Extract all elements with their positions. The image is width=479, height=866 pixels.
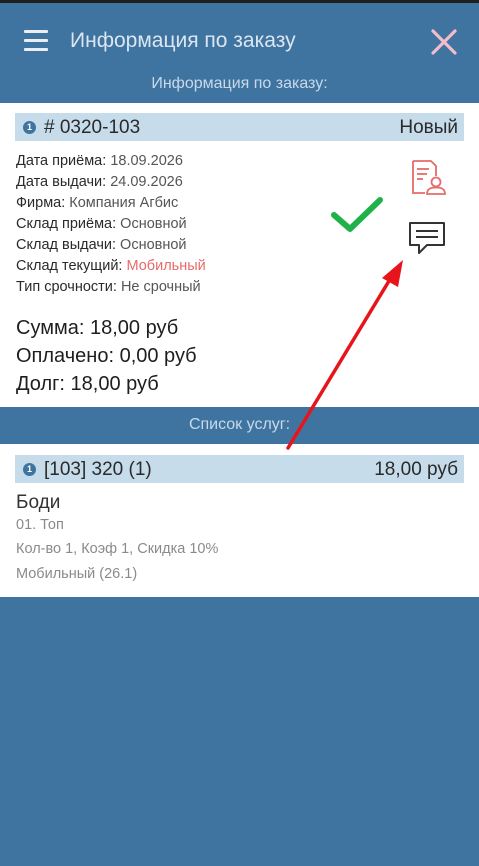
service-params: Кол-во 1, Коэф 1, Скидка 10%	[16, 541, 219, 557]
detail-issue-date: Дата выдачи: 24.09.2026	[16, 174, 183, 190]
detail-accept-warehouse: Склад приёма: Основной	[16, 216, 187, 232]
detail-current-warehouse: Склад текущий: Мобильный	[16, 258, 206, 274]
app-bar: Информация по заказу	[0, 3, 479, 73]
order-index-badge: 1	[23, 121, 36, 134]
total-sum: Сумма: 18,00 руб	[16, 317, 179, 339]
total-debt: Долг: 18,00 руб	[16, 373, 159, 395]
detail-issue-warehouse: Склад выдачи: Основной	[16, 237, 187, 253]
detail-company: Фирма: Компания Агбис	[16, 195, 179, 211]
service-name: Боди	[16, 492, 61, 513]
service-title: [103] 320 (1)	[44, 459, 152, 480]
order-number: # 0320-103	[44, 117, 141, 138]
service-price: 18,00 руб	[374, 459, 458, 480]
close-icon[interactable]	[430, 28, 458, 56]
page-title: Информация по заказу	[70, 29, 296, 52]
service-index-badge: 1	[23, 463, 36, 476]
green-checkmark-icon[interactable]	[330, 195, 384, 235]
hamburger-menu-icon[interactable]	[24, 30, 48, 52]
total-paid: Оплачено: 0,00 руб	[16, 345, 197, 367]
document-person-icon[interactable]	[409, 158, 447, 196]
service-row[interactable]: 1 [103] 320 (1) 18,00 руб	[15, 455, 464, 483]
order-status: Новый	[399, 117, 458, 138]
detail-urgency: Тип срочности: Не срочный	[16, 279, 201, 295]
order-header-row[interactable]: 1 # 0320-103 Новый	[15, 113, 464, 141]
service-subtitle: 01. Топ	[16, 517, 64, 533]
order-section-header: Информация по заказу:	[151, 75, 328, 92]
red-arrow-annotation	[286, 260, 403, 450]
detail-accept-date: Дата приёма: 18.09.2026	[16, 153, 183, 169]
comment-message-icon[interactable]	[407, 220, 447, 258]
service-warehouse: Мобильный (26.1)	[16, 566, 138, 582]
